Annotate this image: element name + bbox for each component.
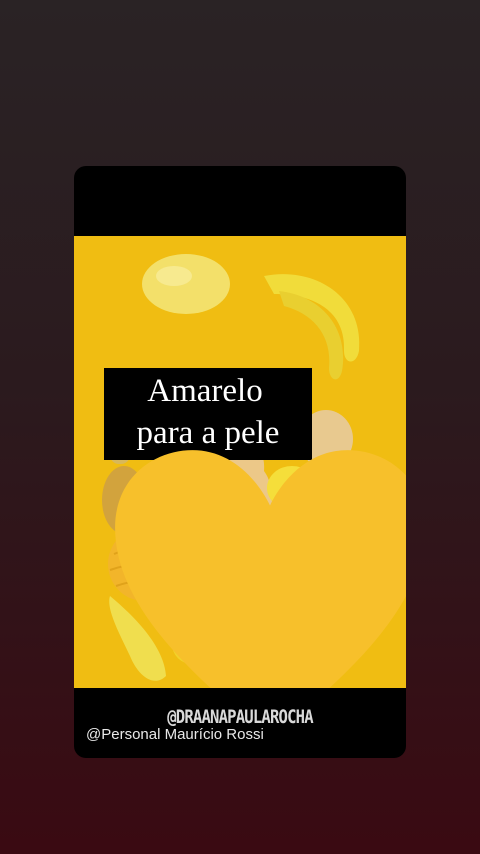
photo-credit[interactable]: @Personal Maurício Rossi xyxy=(86,726,264,743)
yellow-foods-photo: Amarelo para a pele xyxy=(74,236,406,688)
caption-sticker: Amarelo para a pele xyxy=(104,368,406,688)
story-card[interactable]: Amarelo para a pele @DRAANAPAULAROCHA @P… xyxy=(74,166,406,758)
profile-handle[interactable]: @DRAANAPAULAROCHA xyxy=(104,706,376,728)
